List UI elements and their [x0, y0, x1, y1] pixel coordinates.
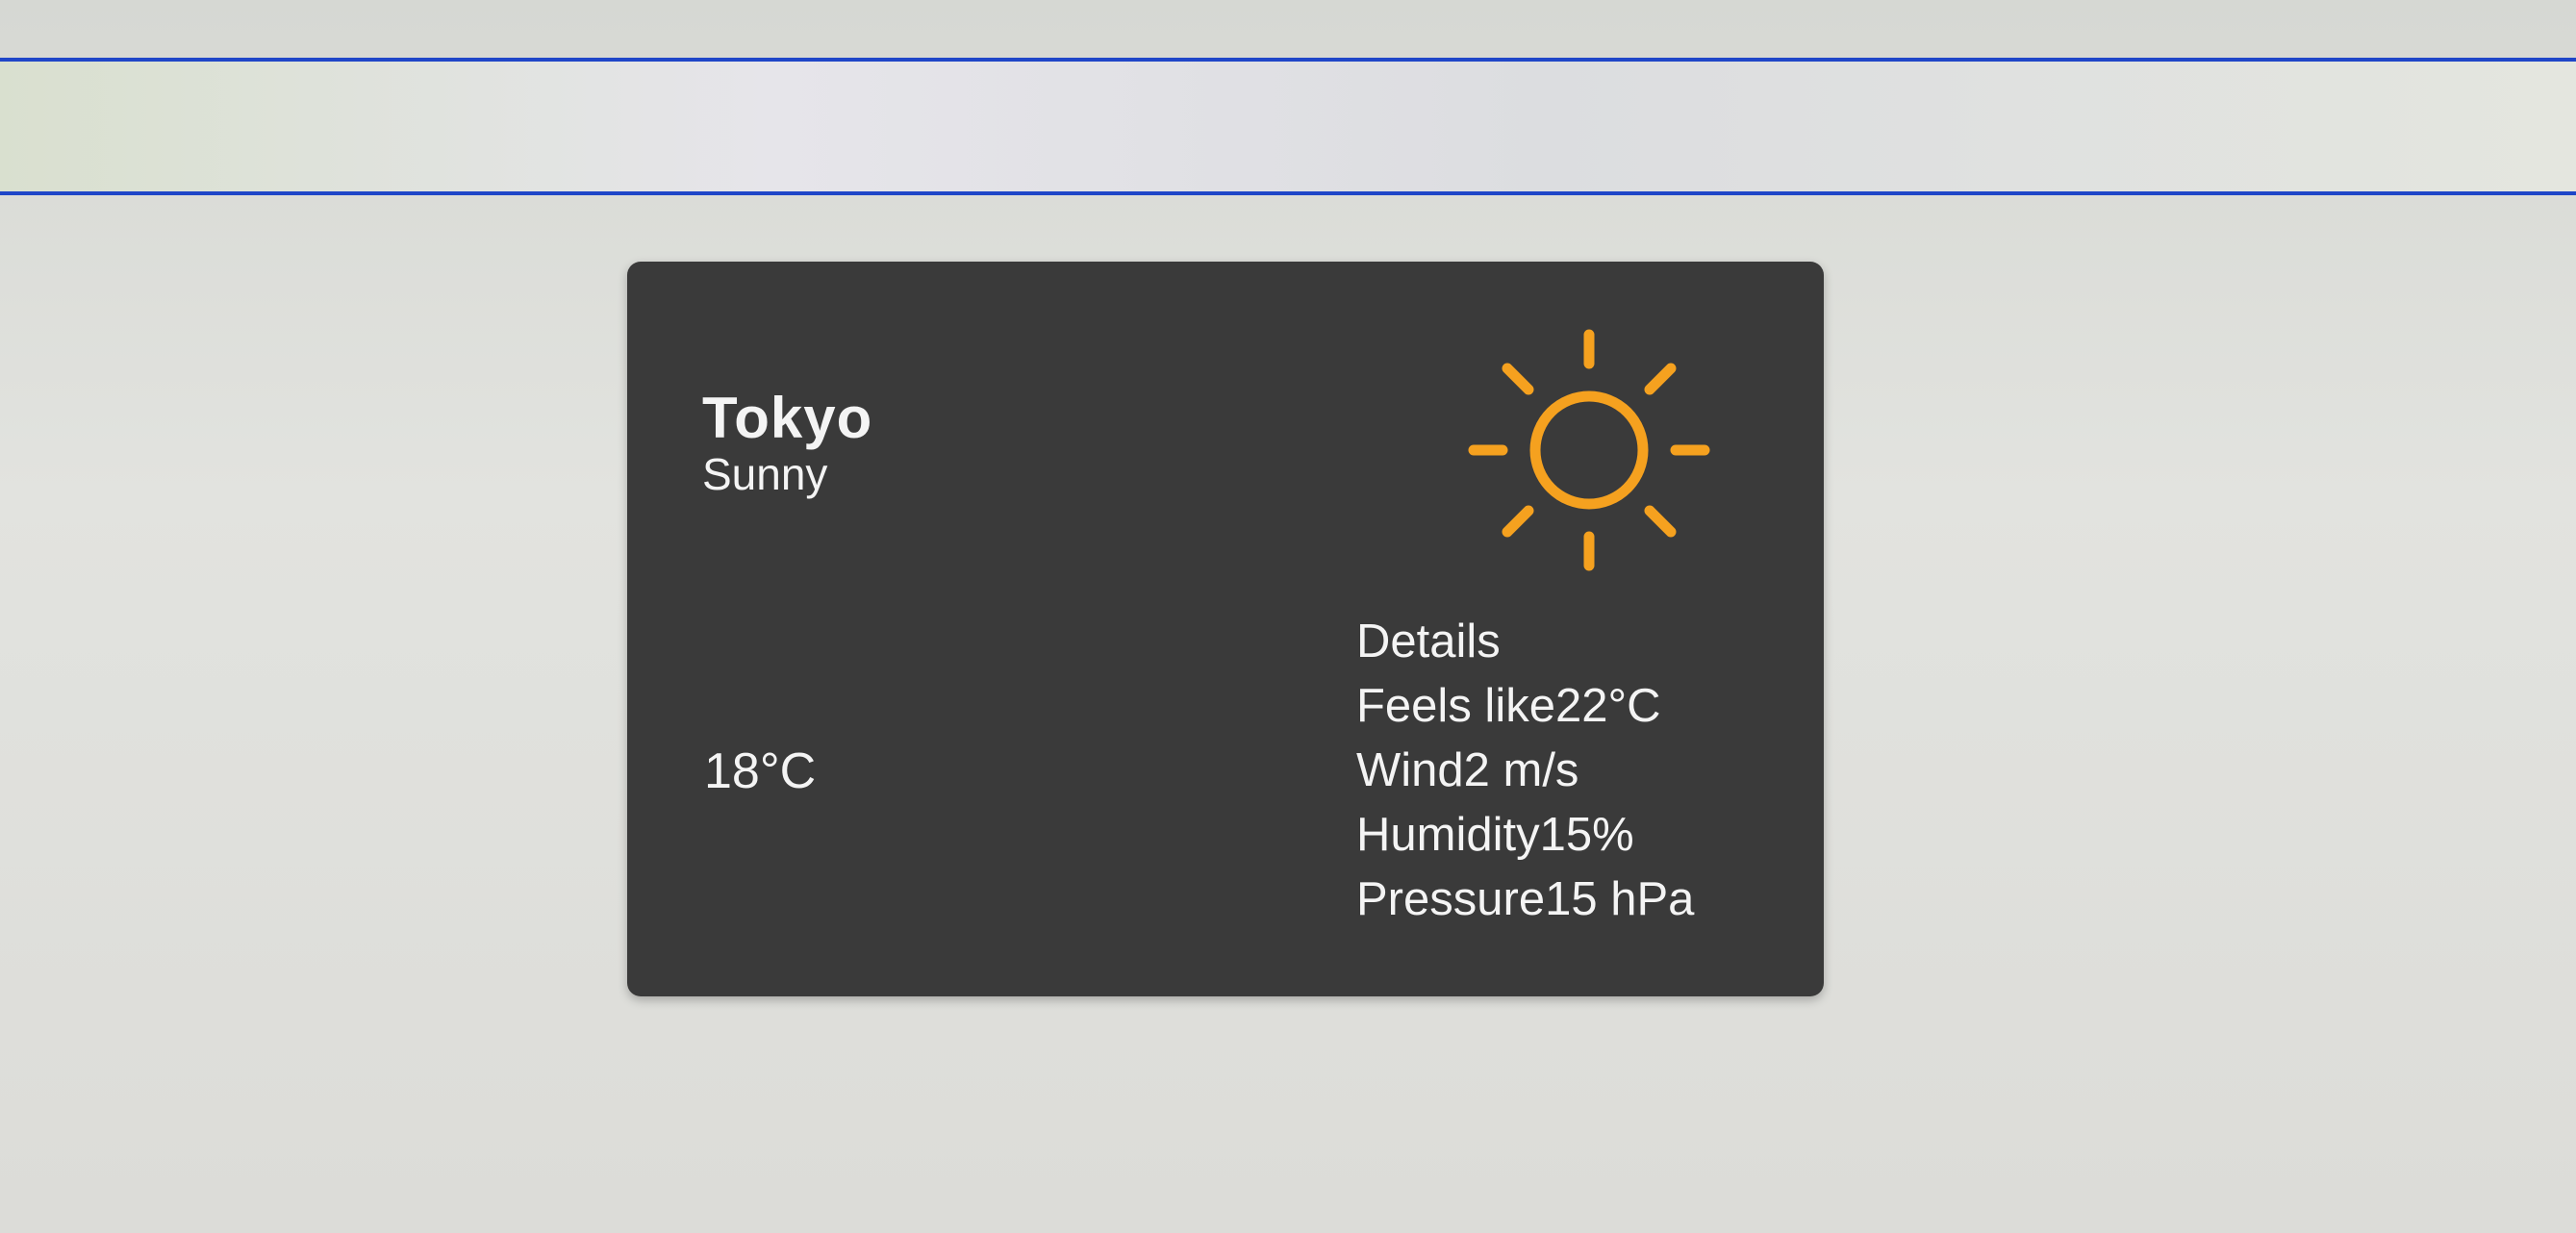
detail-value: 22°C [1554, 680, 1661, 732]
detail-label: Wind [1356, 744, 1464, 796]
bottom-divider [0, 191, 2576, 195]
sun-icon [1464, 325, 1714, 575]
current-temperature: 18°C [704, 743, 817, 799]
detail-row-feels-like: Feels like22°C [1356, 674, 1694, 739]
city-name: Tokyo [702, 386, 873, 450]
detail-row-wind: Wind2 m/s [1356, 739, 1694, 803]
detail-label: Pressure [1356, 873, 1546, 925]
detail-row-pressure: Pressure15 hPa [1356, 868, 1694, 932]
detail-label: Humidity [1356, 809, 1540, 861]
detail-row-humidity: Humidity15% [1356, 803, 1694, 868]
detail-value: 15% [1539, 809, 1634, 861]
detail-value: 2 m/s [1463, 744, 1579, 796]
detail-label: Feels like [1356, 680, 1555, 732]
details-heading: Details [1356, 616, 1501, 667]
weather-card: Tokyo Sunny 18°C Details Feels like22°C … [627, 262, 1824, 996]
background-strip [0, 62, 2576, 191]
weather-condition: Sunny [702, 449, 828, 499]
detail-value: 15 hPa [1545, 873, 1695, 925]
top-divider [0, 58, 2576, 62]
weather-details: Details Feels like22°C Wind2 m/s Humidit… [1356, 610, 1694, 932]
